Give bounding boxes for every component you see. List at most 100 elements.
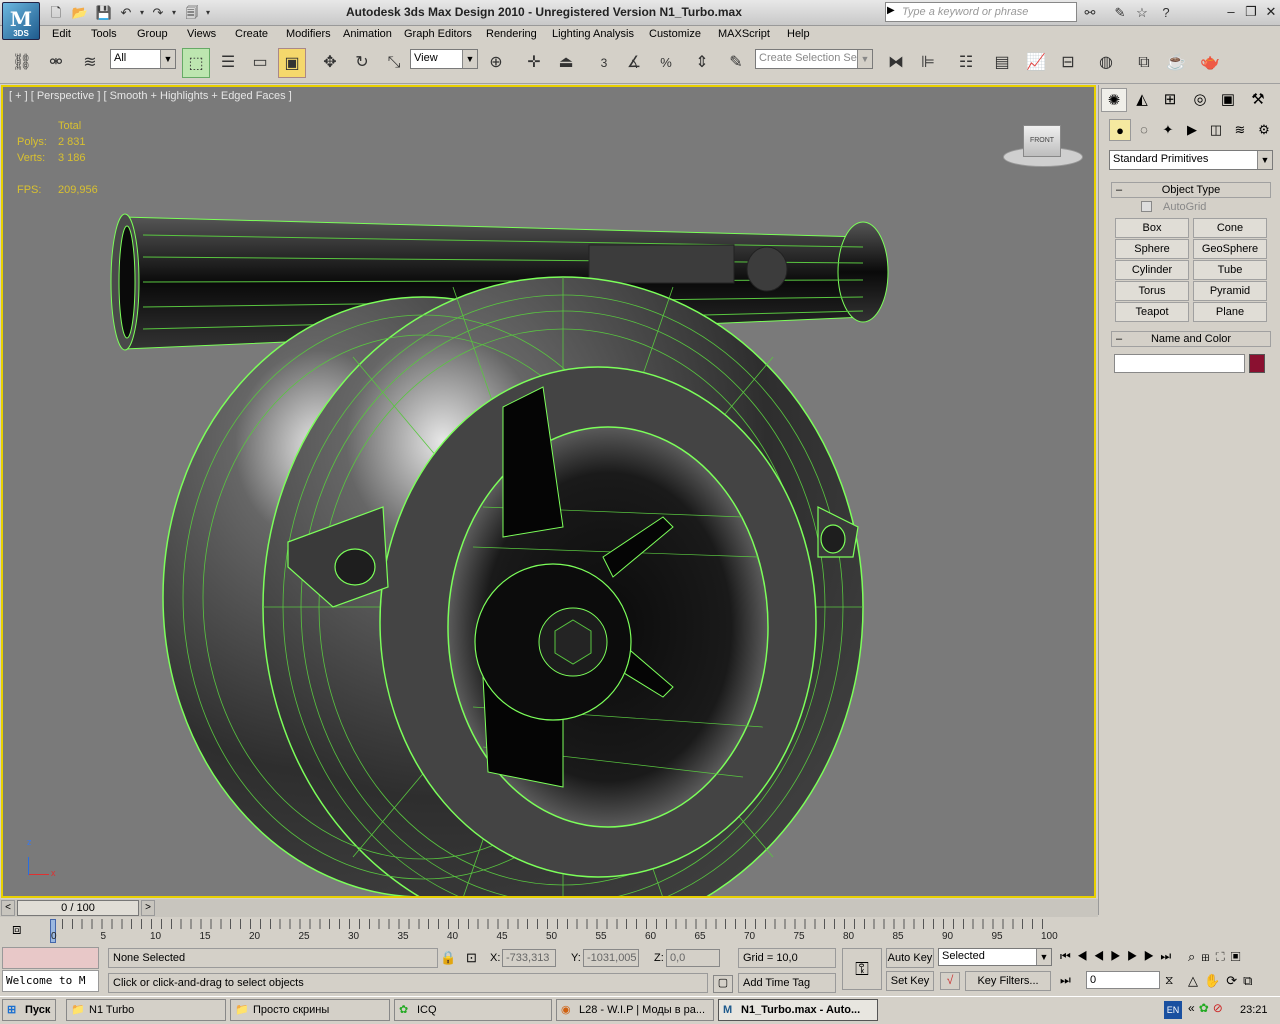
start-button[interactable]: ⊞ Пуск: [2, 999, 56, 1021]
object-name-input[interactable]: [1114, 354, 1245, 373]
menu-edit[interactable]: Edit: [52, 28, 71, 40]
geometry-sphere-icon[interactable]: ●: [1109, 119, 1131, 141]
select-and-manipulate-icon[interactable]: ✛: [520, 48, 548, 78]
taskbar-item-icq[interactable]: ✿ ICQ: [394, 999, 552, 1021]
systems-icon[interactable]: ⚙: [1253, 119, 1275, 141]
close-icon[interactable]: ✕: [1262, 3, 1280, 21]
tube-button[interactable]: Tube: [1193, 260, 1267, 280]
keyword-search-input[interactable]: Type a keyword or phrase: [885, 2, 1077, 22]
zoom-extents-icon[interactable]: ⛶: [1216, 949, 1231, 964]
menu-lighting-analysis[interactable]: Lighting Analysis: [552, 28, 634, 40]
modify-tab-icon[interactable]: ◭: [1129, 88, 1155, 112]
zoom-extents-all-icon[interactable]: ▣: [1231, 949, 1247, 964]
select-by-name-icon[interactable]: ☰: [214, 48, 242, 78]
menu-animation[interactable]: Animation: [343, 28, 392, 40]
open-file-icon[interactable]: 📂: [70, 3, 90, 21]
set-key-button[interactable]: Set Key: [886, 971, 934, 991]
geosphere-button[interactable]: GeoSphere: [1193, 239, 1267, 259]
taskbar-item-screenshots[interactable]: 📁 Просто скрины: [230, 999, 390, 1021]
cone-button[interactable]: Cone: [1193, 218, 1267, 238]
zoom-icon[interactable]: ⌕: [1188, 949, 1201, 964]
name-color-rollout-header[interactable]: – Name and Color: [1111, 331, 1271, 347]
object-color-swatch[interactable]: [1249, 354, 1265, 373]
chevron-down-icon[interactable]: ▼: [160, 50, 175, 68]
time-next-arrow-icon[interactable]: >: [141, 900, 155, 916]
app-logo[interactable]: M 3DS: [2, 2, 40, 40]
space-warps-icon[interactable]: ≋: [1229, 119, 1251, 141]
primitive-type-select[interactable]: Standard Primitives ▼: [1109, 150, 1273, 170]
field-of-view-icon[interactable]: △: [1188, 973, 1204, 988]
pivot-center-icon[interactable]: ⊕: [482, 48, 510, 78]
menu-customize[interactable]: Customize: [649, 28, 701, 40]
next-frame-icon[interactable]: ▶▶: [1127, 949, 1160, 963]
plane-button[interactable]: Plane: [1193, 302, 1267, 322]
y-coord-field[interactable]: -1031,005: [583, 949, 639, 967]
time-slider-bar[interactable]: < 0 / 100 >: [0, 899, 1098, 917]
go-to-start-icon[interactable]: ⏮: [1060, 949, 1077, 963]
redo-icon[interactable]: ↷: [148, 3, 168, 21]
menu-tools[interactable]: Tools: [91, 28, 117, 40]
restore-icon[interactable]: ❐: [1242, 3, 1260, 21]
torus-button[interactable]: Torus: [1115, 281, 1189, 301]
keyboard-shortcut-override-icon[interactable]: ⏏: [552, 48, 580, 78]
mirror-icon[interactable]: ⧓: [882, 48, 910, 78]
zoom-all-icon[interactable]: ⊞: [1201, 949, 1215, 964]
cameras-icon[interactable]: ▶: [1181, 119, 1203, 141]
absolute-mode-transform-icon[interactable]: ⊡: [466, 950, 477, 966]
menu-create[interactable]: Create: [235, 28, 268, 40]
x-coord-field[interactable]: -733,313: [502, 949, 556, 967]
z-coord-field[interactable]: 0,0: [666, 949, 720, 967]
key-filters-button[interactable]: Key Filters...: [965, 971, 1051, 991]
unlink-selection-icon[interactable]: ⚮: [42, 48, 70, 78]
time-configuration-icon[interactable]: ⧖: [1165, 973, 1173, 988]
set-key-icon[interactable]: ⚿: [842, 948, 882, 990]
menu-group[interactable]: Group: [137, 28, 168, 40]
undo-dropdown-icon[interactable]: ▾: [136, 3, 148, 21]
select-and-link-icon[interactable]: ⛓: [8, 48, 36, 78]
add-time-tag[interactable]: Add Time Tag: [738, 973, 836, 993]
box-button[interactable]: Box: [1115, 218, 1189, 238]
selection-filter-select[interactable]: All ▼: [110, 49, 176, 69]
motion-tab-icon[interactable]: ◎: [1187, 88, 1213, 112]
minimize-icon[interactable]: –: [1222, 3, 1240, 21]
rendered-frame-window-icon[interactable]: ☕: [1162, 48, 1190, 78]
chevron-down-icon[interactable]: ▼: [1257, 151, 1272, 169]
undo-icon[interactable]: ↶: [116, 3, 136, 21]
helpers-icon[interactable]: ◫: [1205, 119, 1227, 141]
window-crossing-icon[interactable]: ▣: [278, 48, 306, 78]
autogrid-checkbox[interactable]: [1141, 201, 1152, 212]
orbit-icon[interactable]: ⟳: [1226, 973, 1243, 988]
menu-help[interactable]: Help: [787, 28, 810, 40]
turbo-model[interactable]: [3, 87, 1094, 896]
chevron-down-icon[interactable]: ▼: [1036, 949, 1051, 965]
chevron-down-icon[interactable]: ▼: [857, 50, 872, 68]
select-and-rotate-icon[interactable]: ↻: [348, 48, 376, 78]
select-and-move-icon[interactable]: ✥: [316, 48, 344, 78]
taskbar-item-browser[interactable]: ◉ L28 - W.I.P | Моды в ра...: [556, 999, 714, 1021]
time-prev-arrow-icon[interactable]: <: [1, 900, 15, 916]
cylinder-button[interactable]: Cylinder: [1115, 260, 1189, 280]
maxscript-listener-pink[interactable]: [2, 947, 99, 969]
pyramid-button[interactable]: Pyramid: [1193, 281, 1267, 301]
time-slider-thumb[interactable]: 0 / 100: [17, 900, 139, 916]
layer-manager-icon[interactable]: ☷: [952, 48, 980, 78]
bind-to-space-warp-icon[interactable]: ≋: [76, 48, 104, 78]
menu-graph-editors[interactable]: Graph Editors: [404, 28, 472, 40]
project-folder-icon[interactable]: 🗐: [182, 3, 202, 21]
go-to-end-icon[interactable]: ⏭: [1160, 949, 1177, 963]
lights-icon[interactable]: ✦: [1157, 119, 1179, 141]
teapot-button[interactable]: Teapot: [1115, 302, 1189, 322]
selection-lock-icon[interactable]: 🔒: [440, 950, 456, 966]
create-tab-sun-icon[interactable]: ✺: [1101, 88, 1127, 112]
angle-snap-icon[interactable]: ∡: [620, 48, 648, 78]
tray-icq-icon[interactable]: ✿: [1199, 1001, 1213, 1015]
pan-hand-icon[interactable]: ✋: [1204, 973, 1226, 988]
rectangular-selection-region-icon[interactable]: ▭: [246, 48, 274, 78]
graphite-modeling-tools-icon[interactable]: ▤: [988, 48, 1016, 78]
menu-rendering[interactable]: Rendering: [486, 28, 537, 40]
snaps-toggle-icon[interactable]: 3: [590, 48, 618, 78]
select-object-icon[interactable]: ⬚: [182, 48, 210, 78]
mini-curve-editor-icon[interactable]: ⧈: [12, 921, 22, 938]
help-question-icon[interactable]: ?: [1156, 3, 1176, 21]
taskbar-item-n1-turbo[interactable]: 📁 N1 Turbo: [66, 999, 226, 1021]
